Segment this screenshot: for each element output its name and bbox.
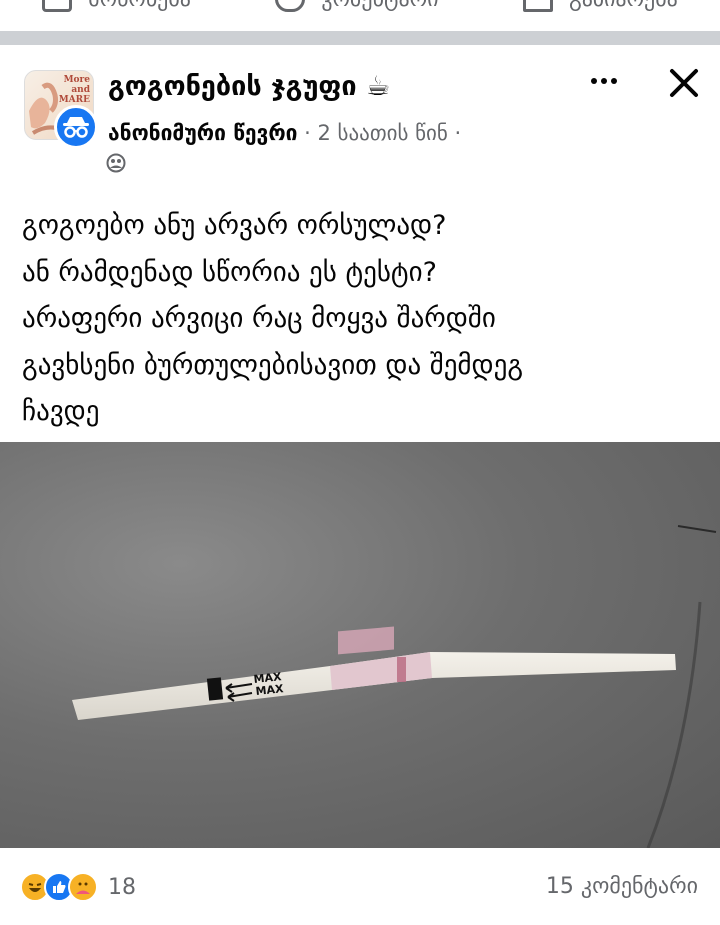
comments-count-link[interactable]: 15 კომენტარი bbox=[546, 874, 698, 899]
group-name-link[interactable]: გოგონების ჯგუფი ☕ bbox=[108, 71, 390, 102]
post-photo[interactable]: MAX MAX bbox=[0, 442, 720, 848]
reactions-summary[interactable]: 18 bbox=[20, 872, 136, 902]
incognito-icon bbox=[63, 117, 89, 138]
more-dots-icon[interactable] bbox=[582, 63, 626, 99]
close-icon[interactable] bbox=[664, 63, 704, 103]
group-avatar-lettering: More and MARE bbox=[58, 75, 90, 105]
anonymous-member-icon[interactable] bbox=[54, 105, 98, 149]
post-timestamp[interactable]: · 2 საათის წინ · bbox=[304, 121, 461, 145]
care-reaction-icon bbox=[68, 872, 98, 902]
author-name[interactable]: ანონიმური წევრი bbox=[108, 121, 297, 145]
previous-post-action-bar: მოწონება კომენტარი გაზიარება bbox=[0, 0, 720, 30]
share-button[interactable]: გაზიარება bbox=[522, 0, 678, 12]
feed-separator bbox=[0, 31, 720, 45]
test-strip-photo: MAX MAX bbox=[72, 525, 717, 848]
reaction-count: 18 bbox=[108, 874, 136, 900]
post-text: გოგოებო ანუ არვარ ორსულად? ან რამდენად ს… bbox=[22, 210, 524, 427]
like-icon bbox=[42, 0, 73, 12]
post-meta: ანონიმური წევრი · 2 საათის წინ · bbox=[108, 121, 461, 145]
post-header: More and MARE გოგონების ჯგუფი ☕ ანონიმური … bbox=[0, 45, 720, 185]
comment-button[interactable]: კომენტარი bbox=[275, 0, 439, 12]
comment-icon bbox=[275, 0, 306, 12]
like-button[interactable]: მოწონება bbox=[42, 0, 191, 12]
share-icon bbox=[522, 0, 553, 12]
group-members-icon bbox=[106, 153, 126, 173]
